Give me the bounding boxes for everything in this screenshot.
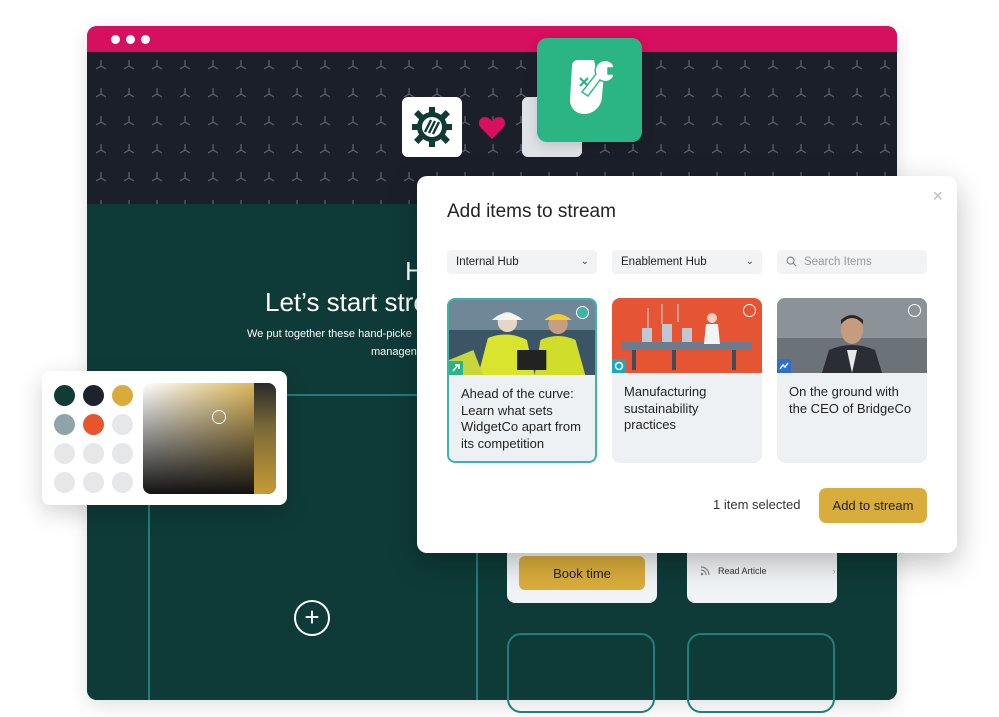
stage: H Let’s start stre We put together these…: [0, 0, 999, 717]
color-swatch[interactable]: [54, 385, 75, 406]
color-palette-panel: [42, 371, 287, 505]
hue-slider[interactable]: [254, 383, 276, 494]
item-thumbnail: [449, 300, 595, 375]
search-placeholder: Search Items: [804, 256, 872, 268]
book-time-button[interactable]: Book time: [519, 556, 645, 590]
stream-item-card[interactable]: On the ground with the CEO of BridgeCo: [777, 298, 927, 463]
rss-icon: [700, 566, 710, 576]
color-swatch[interactable]: [54, 472, 75, 493]
item-title: Ahead of the curve: Learn what sets Widg…: [461, 386, 581, 451]
add-icon[interactable]: +: [294, 600, 330, 636]
window-dot[interactable]: [141, 35, 150, 44]
item-title: On the ground with the CEO of BridgeCo: [789, 384, 912, 416]
item-select-radio[interactable]: [908, 304, 921, 317]
color-swatch[interactable]: [83, 385, 104, 406]
window-titlebar: [87, 26, 897, 52]
hub-filter-select[interactable]: Enablement Hub ⌄: [612, 250, 762, 274]
color-swatch[interactable]: [83, 414, 104, 435]
app-badge-icon: [449, 361, 463, 375]
color-swatch[interactable]: [83, 443, 104, 464]
color-swatch[interactable]: [112, 443, 133, 464]
hub-filter-value: Internal Hub: [456, 256, 519, 268]
selection-count: 1 item selected: [713, 497, 801, 512]
chevron-down-icon: ⌄: [745, 256, 754, 267]
color-swatch[interactable]: [83, 472, 104, 493]
item-title: Manufacturing sustainability practices: [624, 384, 707, 432]
read-article-link[interactable]: Read Article ›: [700, 566, 836, 576]
item-select-radio[interactable]: [576, 306, 589, 319]
hub-filter-select[interactable]: Internal Hub ⌄: [447, 250, 597, 274]
content-card-outline: [687, 633, 835, 713]
add-to-stream-button[interactable]: Add to stream: [819, 488, 927, 523]
chevron-down-icon: ⌄: [580, 256, 589, 267]
close-icon[interactable]: ×: [932, 186, 943, 207]
hub-badge-icon: [612, 359, 626, 373]
color-gradient-picker[interactable]: [143, 383, 276, 494]
content-card-outline: [507, 633, 655, 713]
item-thumbnail: [777, 298, 927, 373]
item-select-radio[interactable]: [743, 304, 756, 317]
color-swatch[interactable]: [112, 472, 133, 493]
company-logo-tile: [402, 97, 462, 157]
search-icon: [786, 256, 797, 267]
window-dot[interactable]: [111, 35, 120, 44]
chevron-right-icon: ›: [832, 566, 836, 576]
picker-handle[interactable]: [212, 410, 226, 424]
analytics-badge-icon: [777, 359, 791, 373]
modal-title: Add items to stream: [447, 201, 616, 222]
robot-wrench-icon: [569, 59, 615, 114]
read-article-label: Read Article: [718, 566, 767, 576]
window-dot[interactable]: [126, 35, 135, 44]
app-logo-tile: [537, 38, 642, 142]
item-thumbnail: [612, 298, 762, 373]
stream-item-card[interactable]: Manufacturing sustainability practices: [612, 298, 762, 463]
color-swatch[interactable]: [54, 443, 75, 464]
add-items-modal: Add items to stream × Internal Hub ⌄ Ena…: [417, 176, 957, 553]
search-input[interactable]: Search Items: [777, 250, 927, 274]
gear-logo-icon: [412, 107, 452, 147]
stream-item-card[interactable]: Ahead of the curve: Learn what sets Widg…: [447, 298, 597, 463]
color-swatch[interactable]: [54, 414, 75, 435]
hub-filter-value: Enablement Hub: [621, 256, 707, 268]
heart-icon: [478, 117, 506, 139]
color-swatch[interactable]: [112, 385, 133, 406]
color-swatch[interactable]: [112, 414, 133, 435]
